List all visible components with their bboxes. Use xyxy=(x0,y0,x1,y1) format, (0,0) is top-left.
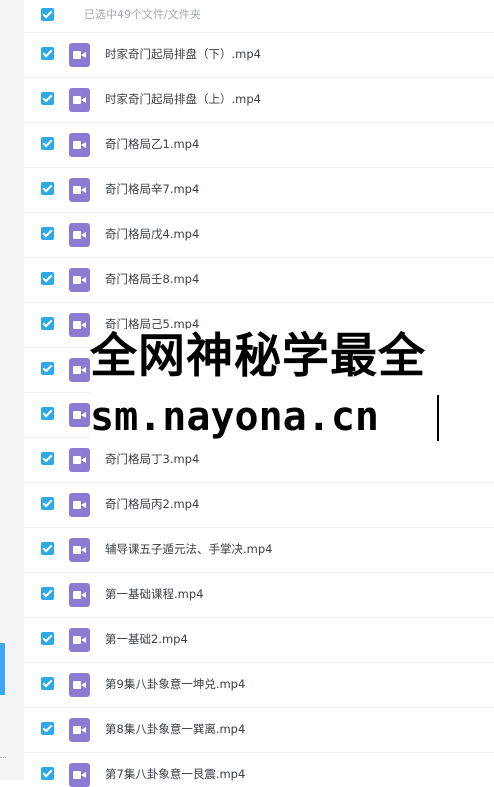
file-row[interactable]: 奇门格局乙1.mp4 xyxy=(24,122,494,168)
video-file-icon xyxy=(69,43,90,67)
file-checkbox[interactable] xyxy=(41,677,54,690)
file-name[interactable]: 奇门格局丁3.mp4 xyxy=(105,451,199,467)
video-file-icon xyxy=(69,763,90,787)
select-all-checkbox[interactable] xyxy=(41,8,54,21)
watermark-overlay: 全网神秘学最全 sm.nayona.cn xyxy=(90,329,494,451)
file-checkbox[interactable] xyxy=(41,47,54,60)
file-row[interactable]: 奇门格局辛7.mp4 xyxy=(24,167,494,213)
file-name[interactable]: 奇门格局辛7.mp4 xyxy=(105,181,199,197)
video-file-icon xyxy=(69,313,90,337)
file-name[interactable]: 第一基础课程.mp4 xyxy=(105,586,203,602)
video-file-icon xyxy=(69,628,90,652)
text-caret xyxy=(437,395,439,441)
sidebar-active-indicator xyxy=(0,643,5,695)
file-checkbox[interactable] xyxy=(41,722,54,735)
file-checkbox[interactable] xyxy=(41,452,54,465)
video-file-icon xyxy=(69,178,90,202)
file-checkbox[interactable] xyxy=(41,362,54,375)
file-row[interactable]: 辅导课五子遁元法、手掌决.mp4 xyxy=(24,527,494,573)
file-name[interactable]: 第8集八卦象意一巽离.mp4 xyxy=(105,721,245,737)
file-checkbox[interactable] xyxy=(41,182,54,195)
file-checkbox[interactable] xyxy=(41,227,54,240)
file-name[interactable]: 辅导课五子遁元法、手掌决.mp4 xyxy=(105,541,272,557)
file-row[interactable]: 时家奇门起局排盘（下）.mp4 xyxy=(24,32,494,78)
file-row[interactable]: 第8集八卦象意一巽离.mp4 xyxy=(24,707,494,753)
video-file-icon xyxy=(69,493,90,517)
file-checkbox[interactable] xyxy=(41,587,54,600)
file-checkbox[interactable] xyxy=(41,407,54,420)
video-file-icon xyxy=(69,223,90,247)
file-checkbox[interactable] xyxy=(41,497,54,510)
file-checkbox[interactable] xyxy=(41,317,54,330)
file-row[interactable]: 奇门格局壬8.mp4 xyxy=(24,257,494,303)
file-checkbox[interactable] xyxy=(41,92,54,105)
video-file-icon xyxy=(69,538,90,562)
file-name[interactable]: 第9集八卦象意一坤兑.mp4 xyxy=(105,676,245,692)
video-file-icon xyxy=(69,448,90,472)
file-row[interactable]: 第一基础2.mp4 xyxy=(24,617,494,663)
file-name[interactable]: 奇门格局乙1.mp4 xyxy=(105,136,199,152)
file-row[interactable]: 第9集八卦象意一坤兑.mp4 xyxy=(24,662,494,708)
file-checkbox[interactable] xyxy=(41,542,54,555)
watermark-url: sm.nayona.cn xyxy=(90,394,379,440)
file-row[interactable]: 奇门格局戊4.mp4 xyxy=(24,212,494,258)
file-row[interactable]: 第7集八卦象意一艮震.mp4 xyxy=(24,752,494,787)
file-name[interactable]: 时家奇门起局排盘（上）.mp4 xyxy=(105,91,261,107)
file-checkbox[interactable] xyxy=(41,137,54,150)
file-row[interactable]: 奇门格局丙2.mp4 xyxy=(24,482,494,528)
video-file-icon xyxy=(69,718,90,742)
selection-count-label: 已选中49个文件/文件夹 xyxy=(84,8,201,21)
video-file-icon xyxy=(69,88,90,112)
file-checkbox[interactable] xyxy=(41,272,54,285)
watermark-title: 全网神秘学最全 xyxy=(90,329,426,384)
file-checkbox[interactable] xyxy=(41,632,54,645)
video-file-icon xyxy=(69,583,90,607)
sidebar-divider xyxy=(0,757,6,762)
selection-header: 已选中49个文件/文件夹 xyxy=(24,0,494,33)
file-row[interactable]: 第一基础课程.mp4 xyxy=(24,572,494,618)
video-file-icon xyxy=(69,133,90,157)
file-name[interactable]: 奇门格局壬8.mp4 xyxy=(105,271,199,287)
file-checkbox[interactable] xyxy=(41,767,54,780)
file-name[interactable]: 奇门格局丙2.mp4 xyxy=(105,496,199,512)
video-file-icon xyxy=(69,673,90,697)
file-name[interactable]: 奇门格局戊4.mp4 xyxy=(105,226,199,242)
video-file-icon xyxy=(69,358,90,382)
file-row[interactable]: 时家奇门起局排盘（上）.mp4 xyxy=(24,77,494,123)
file-name[interactable]: 第一基础2.mp4 xyxy=(105,631,188,647)
file-name[interactable]: 时家奇门起局排盘（下）.mp4 xyxy=(105,46,261,62)
video-file-icon xyxy=(69,268,90,292)
video-file-icon xyxy=(69,403,90,427)
